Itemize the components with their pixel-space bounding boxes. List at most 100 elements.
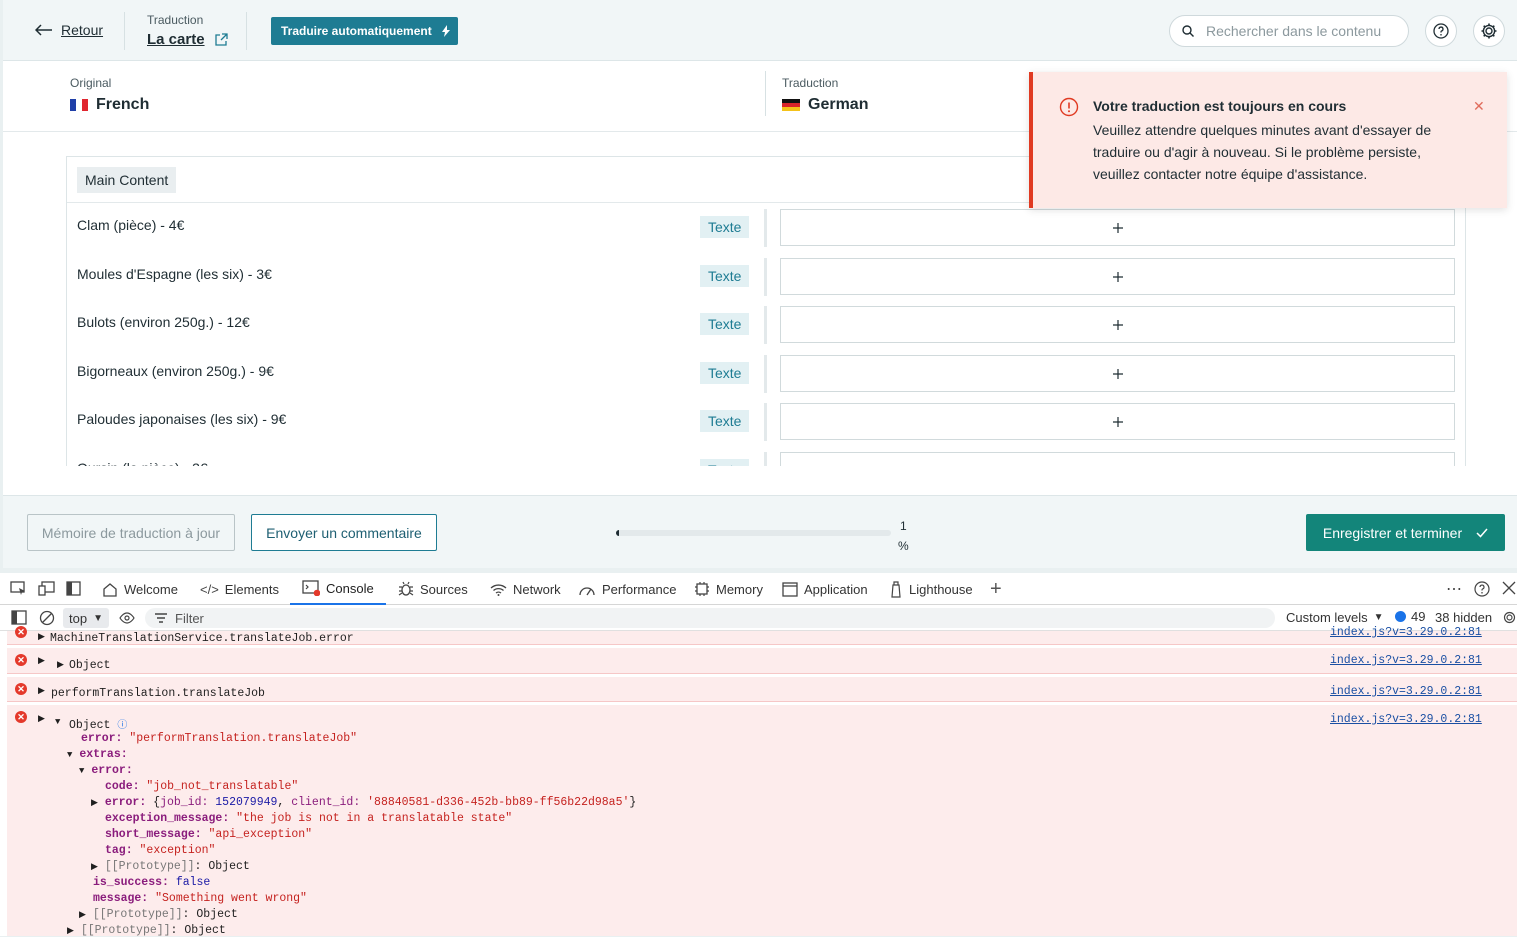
save-and-finish-button[interactable]: Enregistrer et terminer: [1306, 514, 1505, 551]
source-text: Bulots (environ 250g.) - 12€: [77, 314, 250, 330]
prop-extras-error[interactable]: ▼ error:: [79, 764, 133, 777]
error-icon: ✕: [15, 654, 27, 666]
tab-application[interactable]: Application: [782, 573, 868, 605]
add-tab-button[interactable]: +: [990, 573, 1002, 605]
top-bar: Retour Traduction La carte Traduire auto…: [3, 0, 1517, 61]
sidebar-toggle-icon[interactable]: [11, 610, 27, 625]
prop-tag: tag: "exception": [105, 844, 216, 857]
expand-triangle-icon[interactable]: ▶: [38, 714, 45, 724]
console-log-entry: ✕ ▶ performTranslation.translateJob inde…: [7, 677, 1517, 702]
tab-console[interactable]: Console: [290, 573, 386, 605]
device-toggle-icon[interactable]: [38, 581, 55, 596]
message-icon: [1395, 611, 1406, 622]
caret-down-icon: ▼: [1373, 612, 1384, 623]
tab-memory[interactable]: Memory: [694, 573, 763, 605]
prop-prototype[interactable]: ▶ [[Prototype]]: Object: [67, 924, 226, 937]
divider: [764, 355, 767, 393]
console-log-entry-expanded: ✕ ▶ ▼ Object ⓘ index.js?v=3.29.0.2:81 er…: [7, 705, 1517, 937]
plus-icon: [1112, 368, 1123, 379]
tab-elements[interactable]: </> Elements: [200, 573, 279, 605]
issues-counter[interactable]: 49: [1395, 609, 1425, 624]
prop-nested-error[interactable]: ▶ error: {job_id: 152079949, client_id: …: [91, 796, 636, 809]
add-translation-button[interactable]: [780, 355, 1455, 392]
filter-icon: [155, 613, 167, 623]
toast-title: Votre traduction est toujours en cours: [1093, 98, 1347, 114]
help-icon[interactable]: [1474, 581, 1490, 597]
help-button[interactable]: [1425, 15, 1457, 47]
tab-welcome[interactable]: Welcome: [102, 573, 178, 605]
log-message: MachineTranslationService.translateJob.e…: [50, 632, 354, 645]
close-toast-button[interactable]: ✕: [1473, 98, 1485, 115]
plus-icon: [1112, 319, 1123, 330]
tab-label: Sources: [420, 581, 468, 597]
search-box[interactable]: [1169, 15, 1409, 47]
prop-prototype[interactable]: ▶ [[Prototype]]: Object: [91, 860, 250, 873]
divider: [246, 12, 247, 50]
translation-name-link[interactable]: La carte: [147, 31, 228, 48]
lighthouse-icon: [891, 580, 901, 598]
tab-network[interactable]: Network: [490, 573, 561, 605]
log-message: performTranslation.translateJob: [51, 687, 265, 700]
segment-row: Paloudes japonaises (les six) - 9€ Texte: [67, 397, 1465, 445]
tab-sources[interactable]: Sources: [398, 573, 468, 605]
gear-icon[interactable]: [1502, 610, 1517, 625]
expand-triangle-icon[interactable]: ▶: [38, 632, 45, 642]
translation-memory-button[interactable]: Mémoire de traduction à jour: [27, 514, 235, 551]
flag-de-icon: [782, 99, 800, 111]
prop-prototype[interactable]: ▶ [[Prototype]]: Object: [79, 908, 238, 921]
close-icon[interactable]: [1502, 581, 1516, 595]
clear-console-icon[interactable]: [39, 610, 55, 626]
original-label: Original: [70, 76, 112, 90]
plus-icon: [1112, 222, 1123, 233]
dock-icon[interactable]: [66, 581, 81, 596]
save-label: Enregistrer et terminer: [1322, 524, 1463, 541]
segment-type-badge: Texte: [700, 216, 750, 238]
filter-input[interactable]: Filter: [145, 608, 1275, 628]
add-translation-button[interactable]: [780, 403, 1455, 440]
expand-triangle-icon[interactable]: ▶: [38, 686, 45, 696]
auto-translate-button[interactable]: Traduire automatiquement: [271, 17, 458, 45]
divider: [764, 209, 767, 247]
inspect-icon[interactable]: [10, 581, 27, 596]
send-comment-button[interactable]: Envoyer un commentaire: [251, 514, 437, 551]
source-link[interactable]: index.js?v=3.29.0.2:81: [1330, 713, 1482, 726]
add-translation-button[interactable]: [780, 209, 1455, 246]
add-translation-button[interactable]: [780, 452, 1455, 466]
footer-bar: Mémoire de traduction à jour Envoyer un …: [3, 495, 1517, 568]
source-link[interactable]: index.js?v=3.29.0.2:81: [1330, 685, 1482, 698]
segment-type-badge: Texte: [700, 362, 750, 384]
info-icon: ⓘ: [117, 721, 128, 732]
levels-dropdown[interactable]: Custom levels ▼: [1286, 610, 1384, 625]
error-icon: ✕: [15, 711, 27, 723]
more-menu-button[interactable]: ⋯: [1446, 573, 1462, 605]
filter-placeholder: Filter: [175, 610, 204, 626]
memory-icon: [695, 582, 709, 596]
prop-short-message: short_message: "api_exception": [105, 828, 313, 841]
prop-extras[interactable]: ▼ extras:: [67, 748, 128, 761]
object-label: Object: [69, 719, 111, 732]
search-input[interactable]: [1206, 23, 1386, 39]
expand-triangle-icon[interactable]: ▶: [38, 656, 45, 666]
tab-performance[interactable]: Performance: [578, 573, 676, 605]
console-log-entry: ✕ ▶ MachineTranslationService.translateJ…: [7, 626, 1517, 645]
back-button[interactable]: Retour: [35, 22, 103, 38]
tab-label: Lighthouse: [909, 581, 973, 597]
add-translation-button[interactable]: [780, 258, 1455, 295]
context-selector[interactable]: top ▼: [63, 608, 109, 628]
prop-is-success: is_success: false: [93, 876, 211, 889]
add-translation-button[interactable]: [780, 306, 1455, 343]
prop-code: code: "job_not_translatable": [105, 780, 299, 793]
collapse-triangle-icon[interactable]: ▼: [55, 717, 60, 727]
source-link[interactable]: index.js?v=3.29.0.2:81: [1330, 626, 1482, 639]
eye-icon[interactable]: [119, 612, 135, 624]
tab-lighthouse[interactable]: Lighthouse: [889, 573, 973, 605]
original-language-name: French: [96, 96, 150, 113]
segment-type-badge: Texte: [700, 265, 750, 287]
prop-exception-message: exception_message: "the job is not in a …: [105, 812, 513, 825]
source-link[interactable]: index.js?v=3.29.0.2:81: [1330, 654, 1482, 667]
expand-triangle-icon[interactable]: ▶: [57, 660, 64, 670]
levels-label: Custom levels: [1286, 610, 1368, 625]
settings-button[interactable]: [1473, 15, 1505, 47]
prop-message: message: "Something went wrong": [93, 892, 307, 905]
progress-unit: %: [898, 539, 909, 553]
